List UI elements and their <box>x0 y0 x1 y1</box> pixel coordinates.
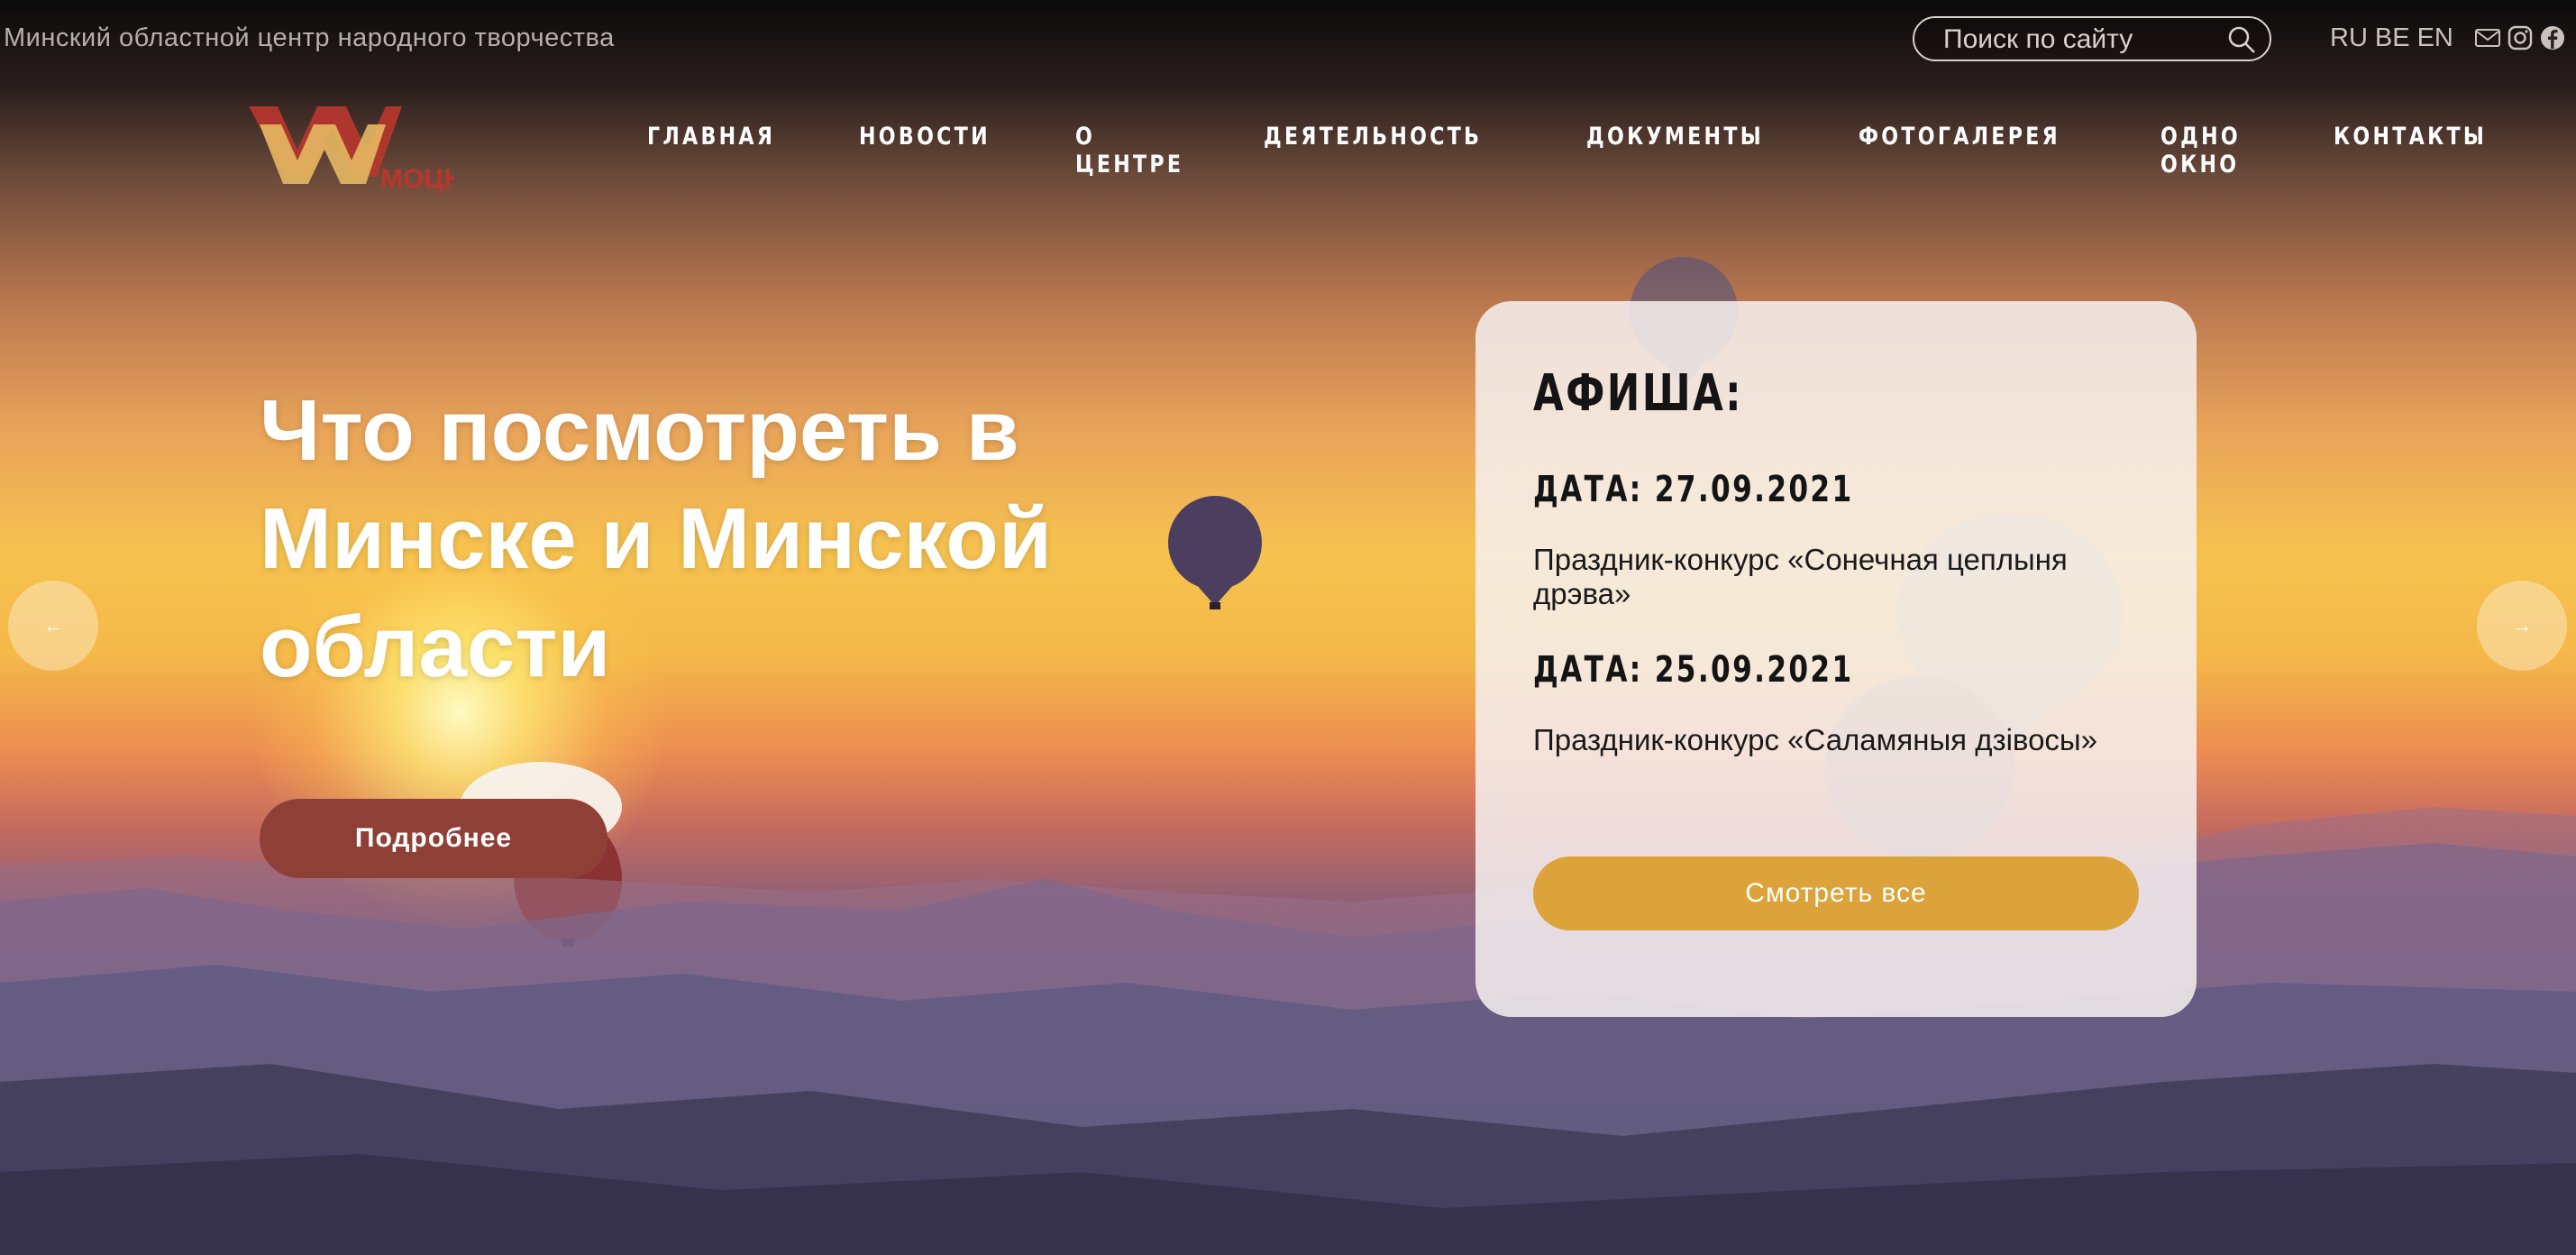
search-input[interactable] <box>1941 23 2215 56</box>
balloon-icon <box>1168 496 1262 609</box>
event-date: ДАТА: 27.09.2021 <box>1533 469 1854 510</box>
lang-ru[interactable]: RU <box>2330 23 2368 52</box>
hero-title: Что посмотреть в Минске и Минской област… <box>260 382 1052 695</box>
event-date: ДАТА: 25.09.2021 <box>1533 649 1854 691</box>
afisha-title: АФИША: <box>1533 364 1743 423</box>
language-switcher: RU BE EN <box>2330 23 2461 53</box>
slider-prev-button[interactable]: ← <box>8 581 98 671</box>
site-title: Минский областной центр народного творче… <box>4 23 615 52</box>
instagram-icon[interactable] <box>2507 24 2534 51</box>
lang-be[interactable]: BE <box>2375 23 2410 52</box>
event-name[interactable]: Праздник-конкурс «Саламяныя дзівосы» <box>1533 723 2146 757</box>
social-links <box>2474 24 2566 51</box>
arrow-right-icon: → <box>2512 614 2532 637</box>
top-bar: Минский областной центр народного творче… <box>0 0 2576 78</box>
facebook-icon[interactable] <box>2539 24 2566 51</box>
page: Минский областной центр народного творче… <box>0 0 2576 1255</box>
logo-text: МОЦНТ <box>380 164 454 194</box>
site-logo[interactable]: МОЦНТ <box>242 94 454 195</box>
search-icon[interactable] <box>2226 24 2257 55</box>
nav-item-news[interactable]: НОВОСТИ <box>859 123 991 179</box>
slider-next-button[interactable]: → <box>2477 581 2567 671</box>
nav-item-home[interactable]: ГЛАВНАЯ <box>647 123 775 179</box>
lang-en[interactable]: EN <box>2417 23 2453 52</box>
nav-item-one-window[interactable]: ОДНО ОКНО <box>2160 123 2256 179</box>
see-all-button[interactable]: Смотреть все <box>1533 857 2139 930</box>
arrow-left-icon: ← <box>43 614 63 637</box>
event-name[interactable]: Праздник-конкурс «Сонечная цеплыня дрэва… <box>1533 543 2146 611</box>
mail-icon[interactable] <box>2474 24 2501 51</box>
more-button[interactable]: Подробнее <box>260 799 607 878</box>
nav-item-contacts[interactable]: КОНТАКТЫ <box>2334 123 2487 179</box>
nav-item-gallery[interactable]: ФОТОГАЛЕРЕЯ <box>1859 123 2060 179</box>
afisha-card: АФИША: ДАТА: 27.09.2021 Праздник-конкурс… <box>1475 301 2197 1017</box>
nav-item-documents[interactable]: ДОКУМЕНТЫ <box>1586 123 1764 179</box>
search-box[interactable] <box>1913 16 2271 61</box>
main-nav: ГЛАВНАЯ НОВОСТИ О ЦЕНТРЕ ДЕЯТЕЛЬНОСТЬ ДО… <box>647 123 2576 179</box>
nav-item-activity[interactable]: ДЕЯТЕЛЬНОСТЬ <box>1264 123 1482 179</box>
nav-item-about[interactable]: О ЦЕНТРЕ <box>1075 123 1183 179</box>
